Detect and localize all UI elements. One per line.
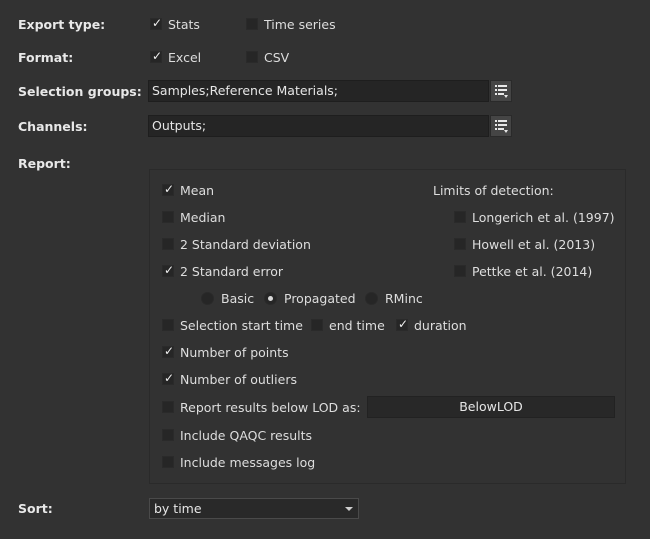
selection-groups-field[interactable]: Samples;Reference Materials; xyxy=(148,80,489,102)
qaqc-checkbox[interactable] xyxy=(162,429,174,441)
rminc-radio[interactable] xyxy=(365,292,378,305)
mean-label: Mean xyxy=(180,183,215,198)
std-err-checkbox[interactable]: ✓ xyxy=(162,263,175,277)
checkmark-icon: ✓ xyxy=(163,344,175,358)
radio-selected-dot xyxy=(268,296,273,301)
checkmark-icon: ✓ xyxy=(151,16,163,30)
below-lod-label: Report results below LOD as: xyxy=(180,400,361,415)
list-icon xyxy=(495,120,508,133)
time-series-checkbox[interactable] xyxy=(246,18,258,30)
channels-field[interactable]: Outputs; xyxy=(148,115,489,137)
checkmark-icon: ✓ xyxy=(163,182,175,196)
report-label: Report: xyxy=(18,156,71,171)
format-label: Format: xyxy=(18,50,74,65)
checkmark-icon: ✓ xyxy=(163,263,175,277)
rminc-label: RMinc xyxy=(385,291,423,306)
messages-log-label: Include messages log xyxy=(180,455,316,470)
time-series-label: Time series xyxy=(264,17,336,32)
end-time-checkbox[interactable] xyxy=(311,319,323,331)
selection-groups-label: Selection groups: xyxy=(18,84,142,99)
qaqc-label: Include QAQC results xyxy=(180,428,313,443)
lod-pettke-label: Pettke et al. (2014) xyxy=(472,264,593,279)
below-lod-checkbox[interactable] xyxy=(162,401,174,413)
lod-longerich-label: Longerich et al. (1997) xyxy=(472,210,615,225)
lod-title: Limits of detection: xyxy=(433,183,554,198)
basic-label: Basic xyxy=(221,291,255,306)
num-points-label: Number of points xyxy=(180,345,289,360)
excel-checkbox[interactable]: ✓ xyxy=(150,49,163,63)
duration-label: duration xyxy=(414,318,467,333)
sort-select[interactable]: by time xyxy=(149,498,359,519)
median-label: Median xyxy=(180,210,226,225)
channels-label: Channels: xyxy=(18,119,88,134)
lod-howell-checkbox[interactable] xyxy=(454,238,466,250)
num-outliers-checkbox[interactable]: ✓ xyxy=(162,371,175,385)
channels-list-button[interactable] xyxy=(490,115,512,137)
chevron-down-icon xyxy=(345,507,353,511)
num-outliers-label: Number of outliers xyxy=(180,372,297,387)
num-points-checkbox[interactable]: ✓ xyxy=(162,344,175,358)
messages-log-checkbox[interactable] xyxy=(162,456,174,468)
lod-pettke-checkbox[interactable] xyxy=(454,265,466,277)
duration-checkbox[interactable]: ✓ xyxy=(396,317,409,331)
selection-groups-list-button[interactable] xyxy=(490,80,512,102)
checkmark-icon: ✓ xyxy=(163,371,175,385)
checkmark-icon: ✓ xyxy=(151,49,163,63)
sort-label: Sort: xyxy=(18,501,53,516)
start-time-label: Selection start time xyxy=(180,318,303,333)
excel-label: Excel xyxy=(168,50,202,65)
start-time-checkbox[interactable] xyxy=(162,319,174,331)
median-checkbox[interactable] xyxy=(162,211,174,223)
std-err-label: 2 Standard error xyxy=(180,264,284,279)
csv-label: CSV xyxy=(264,50,290,65)
end-time-label: end time xyxy=(329,318,385,333)
propagated-radio[interactable] xyxy=(264,292,277,305)
stats-checkbox[interactable]: ✓ xyxy=(150,16,163,30)
stats-label: Stats xyxy=(168,17,200,32)
sort-select-value: by time xyxy=(154,501,202,516)
lod-longerich-checkbox[interactable] xyxy=(454,211,466,223)
list-icon xyxy=(495,85,508,98)
lod-howell-label: Howell et al. (2013) xyxy=(472,237,596,252)
below-lod-input[interactable]: BelowLOD xyxy=(367,396,615,418)
std-dev-checkbox[interactable] xyxy=(162,238,174,250)
mean-checkbox[interactable]: ✓ xyxy=(162,182,175,196)
export-type-label: Export type: xyxy=(18,17,106,32)
propagated-label: Propagated xyxy=(284,291,356,306)
checkmark-icon: ✓ xyxy=(397,317,409,331)
std-dev-label: 2 Standard deviation xyxy=(180,237,311,252)
csv-checkbox[interactable] xyxy=(246,51,258,63)
basic-radio[interactable] xyxy=(201,292,214,305)
